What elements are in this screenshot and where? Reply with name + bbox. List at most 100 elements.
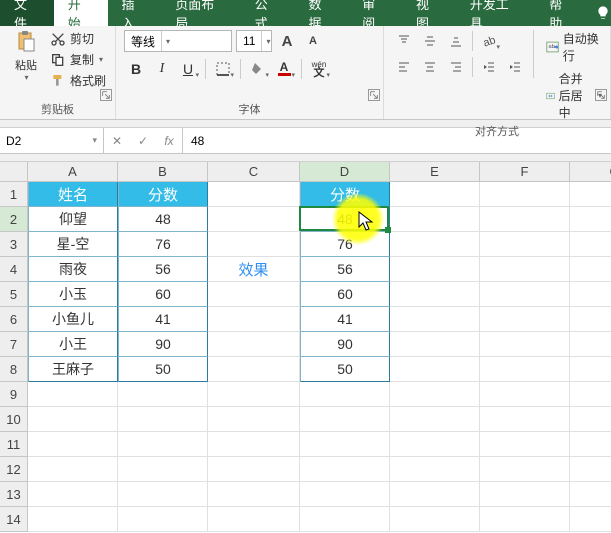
cell-F9[interactable] xyxy=(480,382,570,407)
cut-button[interactable]: 剪切 xyxy=(50,30,106,47)
font-name-combo[interactable]: 等线▾ xyxy=(124,30,232,52)
cell-G11[interactable] xyxy=(570,432,611,457)
cell-F13[interactable] xyxy=(480,482,570,507)
menu-file[interactable]: 文件 xyxy=(0,0,54,26)
cell-E3[interactable] xyxy=(390,232,480,257)
col-header-D[interactable]: D xyxy=(300,162,390,182)
table-row[interactable]: 50 xyxy=(118,357,208,382)
font-size-combo[interactable]: 11▾ xyxy=(236,30,272,52)
cell-C11[interactable] xyxy=(208,432,300,457)
copy-button[interactable]: 复制▾ xyxy=(50,51,106,68)
col-header-B[interactable]: B xyxy=(118,162,208,182)
cancel-icon[interactable]: ✕ xyxy=(104,134,130,148)
cell-C7[interactable] xyxy=(208,332,300,357)
cell-F7[interactable] xyxy=(480,332,570,357)
inc-indent-button[interactable] xyxy=(503,56,527,78)
cell-G5[interactable] xyxy=(570,282,611,307)
cell-E11[interactable] xyxy=(390,432,480,457)
phonetic-button[interactable]: wén文 xyxy=(307,58,331,80)
paste-button[interactable]: 粘贴 ▾ xyxy=(8,30,44,82)
cell-C1[interactable] xyxy=(208,182,300,207)
fx-button[interactable]: fx xyxy=(156,134,182,148)
col-header-A[interactable]: A xyxy=(28,162,118,182)
table-row[interactable]: 76 xyxy=(300,232,390,257)
cell-G3[interactable] xyxy=(570,232,611,257)
grow-font-button[interactable]: A xyxy=(276,30,298,52)
cell-B12[interactable] xyxy=(118,457,208,482)
header-name[interactable]: 姓名 xyxy=(28,182,118,207)
cell-C2[interactable] xyxy=(208,207,300,232)
cell-C5[interactable] xyxy=(208,282,300,307)
cell-C13[interactable] xyxy=(208,482,300,507)
cell-G10[interactable] xyxy=(570,407,611,432)
menu-formulas[interactable]: 公式 xyxy=(241,0,295,26)
table-row[interactable]: 小玉 xyxy=(28,282,118,307)
font-color-button[interactable]: A xyxy=(272,58,296,80)
cell-F10[interactable] xyxy=(480,407,570,432)
row-header-9[interactable]: 9 xyxy=(0,382,28,407)
font-launcher-icon[interactable] xyxy=(368,89,380,101)
cell-C6[interactable] xyxy=(208,307,300,332)
table-row[interactable]: 48 xyxy=(118,207,208,232)
cell-E12[interactable] xyxy=(390,457,480,482)
cell-F4[interactable] xyxy=(480,257,570,282)
cell-B11[interactable] xyxy=(118,432,208,457)
underline-button[interactable]: U xyxy=(176,58,200,80)
cell-G4[interactable] xyxy=(570,257,611,282)
enter-icon[interactable]: ✓ xyxy=(130,134,156,148)
table-row[interactable]: 仰望 xyxy=(28,207,118,232)
cell-C14[interactable] xyxy=(208,507,300,532)
row-header-2[interactable]: 2 xyxy=(0,207,28,232)
row-header-1[interactable]: 1 xyxy=(0,182,28,207)
cell-F6[interactable] xyxy=(480,307,570,332)
effect-label[interactable]: 效果 xyxy=(208,257,300,282)
formatpainter-button[interactable]: 格式刷 xyxy=(50,72,106,89)
menu-insert[interactable]: 插入 xyxy=(108,0,162,26)
cell-G13[interactable] xyxy=(570,482,611,507)
menu-home[interactable]: 开始 xyxy=(54,0,108,26)
fill-color-button[interactable] xyxy=(246,58,270,80)
cell-F8[interactable] xyxy=(480,357,570,382)
table-row[interactable]: 90 xyxy=(300,332,390,357)
table-row[interactable]: 雨夜 xyxy=(28,257,118,282)
table-row[interactable]: 41 xyxy=(300,307,390,332)
row-header-6[interactable]: 6 xyxy=(0,307,28,332)
cell-E2[interactable] xyxy=(390,207,480,232)
align-top-button[interactable] xyxy=(392,30,416,52)
align-bottom-button[interactable] xyxy=(444,30,468,52)
menu-pagelayout[interactable]: 页面布局 xyxy=(161,0,240,26)
cell-B9[interactable] xyxy=(118,382,208,407)
cell-G1[interactable] xyxy=(570,182,611,207)
cell-G2[interactable] xyxy=(570,207,611,232)
cell-F12[interactable] xyxy=(480,457,570,482)
table-row[interactable]: 星-空 xyxy=(28,232,118,257)
align-middle-button[interactable] xyxy=(418,30,442,52)
cell-E9[interactable] xyxy=(390,382,480,407)
align-right-button[interactable] xyxy=(444,56,468,78)
cell-F5[interactable] xyxy=(480,282,570,307)
cell-A13[interactable] xyxy=(28,482,118,507)
cell-G9[interactable] xyxy=(570,382,611,407)
row-header-14[interactable]: 14 xyxy=(0,507,28,532)
cell-B13[interactable] xyxy=(118,482,208,507)
align-left-button[interactable] xyxy=(392,56,416,78)
cell-E5[interactable] xyxy=(390,282,480,307)
cell-C8[interactable] xyxy=(208,357,300,382)
menu-data[interactable]: 数据 xyxy=(294,0,348,26)
cell-A9[interactable] xyxy=(28,382,118,407)
cell-G8[interactable] xyxy=(570,357,611,382)
border-button[interactable] xyxy=(211,58,235,80)
cell-C9[interactable] xyxy=(208,382,300,407)
cell-D12[interactable] xyxy=(300,457,390,482)
cell-B14[interactable] xyxy=(118,507,208,532)
menu-view[interactable]: 视图 xyxy=(402,0,456,26)
cell-F3[interactable] xyxy=(480,232,570,257)
cell-G12[interactable] xyxy=(570,457,611,482)
row-header-10[interactable]: 10 xyxy=(0,407,28,432)
table-row[interactable]: 76 xyxy=(118,232,208,257)
table-row[interactable]: 48 xyxy=(300,207,390,232)
table-row[interactable]: 王麻子 xyxy=(28,357,118,382)
dec-indent-button[interactable] xyxy=(477,56,501,78)
cell-C3[interactable] xyxy=(208,232,300,257)
cell-E8[interactable] xyxy=(390,357,480,382)
